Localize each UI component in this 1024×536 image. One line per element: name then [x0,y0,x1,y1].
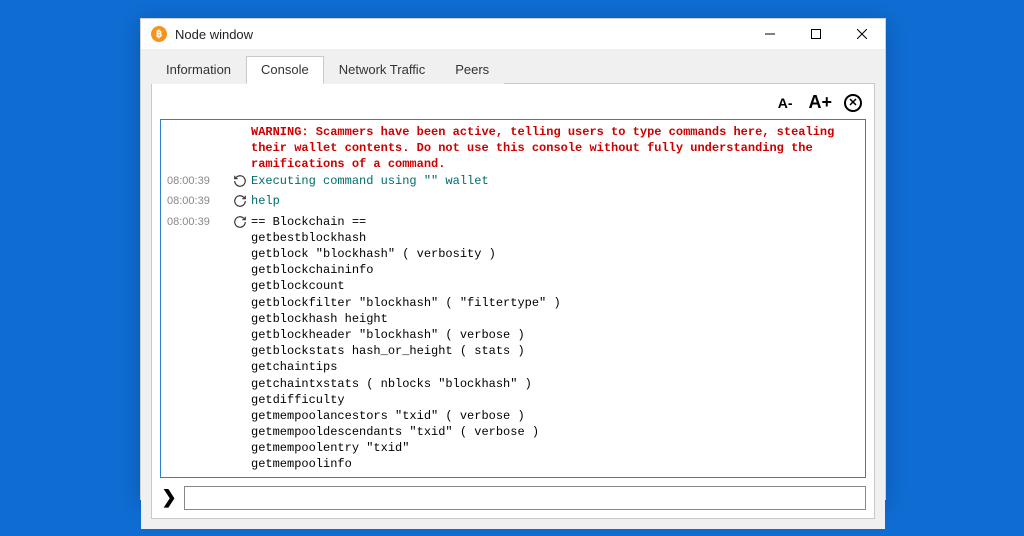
console-message: help [251,193,859,209]
timestamp: 08:00:39 [167,214,229,230]
close-button[interactable] [839,19,885,49]
redo-icon [229,214,251,235]
clear-console-button[interactable]: ✕ [844,94,862,112]
tab-information[interactable]: Information [151,56,246,84]
console-message: Executing command using "" wallet [251,173,859,189]
command-input-row: ❯ [160,486,866,510]
tab-peers[interactable]: Peers [440,56,504,84]
redo-icon [229,193,251,214]
minimize-button[interactable] [747,19,793,49]
console-panel: A- A+ ✕ WARNING: Scammers have been acti… [151,84,875,519]
timestamp [167,124,229,125]
tab-strip: Information Console Network Traffic Peer… [151,55,875,84]
console-output[interactable]: WARNING: Scammers have been active, tell… [160,119,866,478]
tab-console[interactable]: Console [246,56,324,84]
console-message: WARNING: Scammers have been active, tell… [251,124,859,173]
app-icon: ฿ [151,26,167,42]
undo-icon [229,173,251,194]
console-row: WARNING: Scammers have been active, tell… [163,124,863,173]
font-smaller-button[interactable]: A- [774,95,797,111]
window-controls [747,19,885,49]
no-icon [229,124,251,125]
console-message: == Blockchain == getbestblockhash getblo… [251,214,859,473]
window-title: Node window [175,27,747,42]
console-row: 08:00:39 Executing command using "" walle… [163,173,863,194]
command-input[interactable] [184,486,866,510]
content-area: Information Console Network Traffic Peer… [141,49,885,529]
console-row: 08:00:39 help [163,193,863,214]
tab-network-traffic[interactable]: Network Traffic [324,56,440,84]
node-window: ฿ Node window Information Console Networ… [140,18,886,500]
font-larger-button[interactable]: A+ [804,92,836,113]
console-row: 08:00:39 == Blockchain == getbestblockhas… [163,214,863,473]
timestamp: 08:00:39 [167,173,229,189]
title-bar: ฿ Node window [141,19,885,49]
maximize-button[interactable] [793,19,839,49]
prompt-icon: ❯ [160,487,178,508]
console-toolbar: A- A+ ✕ [160,90,866,119]
timestamp: 08:00:39 [167,193,229,209]
